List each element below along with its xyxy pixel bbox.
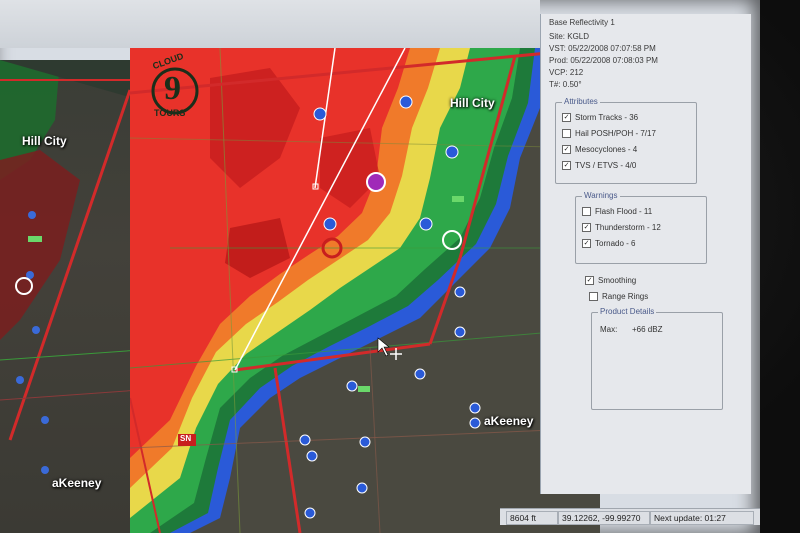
storm-cell-icon[interactable]: [469, 417, 481, 429]
checkbox[interactable]: ✓: [562, 145, 571, 154]
storm-cell-icon[interactable]: [356, 482, 368, 494]
crosshair-icon: [390, 348, 402, 360]
checkbox-label: Hail POSH/POH - 7/17: [575, 129, 656, 138]
tornado-vortex-icon[interactable]: [321, 237, 343, 259]
storm-cell-icon[interactable]: [313, 107, 327, 121]
prod-value: Prod: 05/22/2008 07:08:03 PM: [549, 56, 658, 65]
storm-cell-icon[interactable]: [32, 326, 40, 334]
storm-cell-icon[interactable]: [445, 145, 459, 159]
map-label-hill-city: Hill City: [22, 134, 67, 148]
storm-cell-icon[interactable]: [41, 466, 49, 474]
product-details-title: Product Details: [598, 307, 657, 316]
storm-cell-icon[interactable]: [399, 95, 413, 109]
max-value: +66 dBZ: [632, 325, 663, 334]
attributes-group-title: Attributes: [562, 97, 600, 106]
checkbox-label: Thunderstorm - 12: [595, 223, 661, 232]
attributes-group: Attributes ✓ Storm Tracks - 36 Hail POSH…: [555, 97, 697, 184]
checkbox[interactable]: [562, 129, 571, 138]
site-value: Site: KGLD: [549, 32, 590, 41]
checkbox-label: TVS / ETVS - 4/0: [575, 161, 637, 170]
storm-cell-icon[interactable]: [16, 376, 24, 384]
mouse-cursor-icon: [377, 337, 390, 357]
storm-cell-icon[interactable]: [28, 211, 36, 219]
status-range: 8604 ft: [506, 511, 558, 525]
sn-badge-label: SN: [180, 434, 192, 443]
storm-cell-icon[interactable]: [469, 402, 481, 414]
checkbox-label: Mesocyclones - 4: [575, 145, 638, 154]
secondary-radar-render: [0, 60, 140, 474]
secondary-radar-map[interactable]: Hill City aKeeney: [0, 60, 140, 533]
product-info-panel: Base Reflectivity 1 Site: KGLD VST: 05/2…: [540, 14, 751, 494]
checkbox[interactable]: [582, 207, 591, 216]
checkbox[interactable]: ✓: [585, 276, 594, 285]
warning-flash-flood[interactable]: Flash Flood - 11: [582, 207, 652, 216]
attribute-mesocyclones[interactable]: ✓ Mesocyclones - 4: [562, 145, 637, 154]
checkbox-label: Flash Flood - 11: [595, 207, 653, 216]
tvs-icon[interactable]: [358, 386, 370, 392]
checkbox-label: Storm Tracks - 36: [575, 113, 639, 122]
storm-cell-icon[interactable]: [359, 436, 371, 448]
storm-cell-icon[interactable]: [41, 416, 49, 424]
tvs-icon[interactable]: [452, 196, 464, 202]
map-label-wakeeney: aKeeney: [484, 414, 534, 428]
checkbox-label: Smoothing: [598, 276, 637, 285]
vcp-value: VCP: 212: [549, 68, 584, 77]
mesocyclone-icon[interactable]: [366, 172, 386, 192]
checkbox[interactable]: ✓: [562, 161, 571, 170]
warnings-group-title: Warnings: [582, 191, 620, 200]
product-title: Base Reflectivity 1: [549, 18, 615, 27]
storm-cell-icon[interactable]: [323, 217, 337, 231]
attribute-hail-posh[interactable]: Hail POSH/POH - 7/17: [562, 129, 656, 138]
map-label-wakeeney: aKeeney: [52, 476, 102, 490]
storm-cell-icon[interactable]: [419, 217, 433, 231]
storm-cell-icon[interactable]: [454, 326, 466, 338]
window-top-strip: [0, 0, 540, 48]
tvs-icon[interactable]: [28, 236, 42, 242]
radar-application-window: Hill City aKeeney SN Hill City aKeeney C…: [0, 0, 760, 533]
status-bar: 8604 ft 39.12262, -99.99270 Next update:…: [500, 508, 760, 525]
storm-cell-icon[interactable]: [299, 434, 311, 446]
warnings-group: Warnings Flash Flood - 11 ✓ Thunderstorm…: [575, 191, 707, 264]
storm-cell-icon[interactable]: [454, 286, 466, 298]
mesocyclone-icon[interactable]: [442, 230, 462, 250]
vst-value: VST: 05/22/2008 07:07:58 PM: [549, 44, 656, 53]
status-next-update: Next update: 01:27: [650, 511, 754, 525]
checkbox[interactable]: ✓: [582, 223, 591, 232]
main-radar-map[interactable]: SN Hill City aKeeney CLOUD 9 TOURS: [130, 48, 600, 533]
range-rings-option[interactable]: Range Rings: [589, 292, 648, 301]
checkbox[interactable]: ✓: [582, 239, 591, 248]
map-label-hill-city: Hill City: [450, 96, 495, 110]
checkbox-label: Range Rings: [602, 292, 649, 301]
storm-cell-icon[interactable]: [306, 450, 318, 462]
checkbox-label: Tornado - 6: [595, 239, 636, 248]
checkbox[interactable]: [589, 292, 598, 301]
product-details-group: Product Details Max: +66 dBZ: [591, 307, 723, 410]
storm-cell-icon[interactable]: [346, 380, 358, 392]
logo-text-bottom: TOURS: [154, 108, 186, 118]
storm-cell-icon[interactable]: [304, 507, 316, 519]
status-coordinates: 39.12262, -99.99270: [558, 511, 650, 525]
tilt-value: T#: 0.50°: [549, 80, 582, 89]
max-label: Max:: [600, 325, 618, 334]
warning-tornado[interactable]: ✓ Tornado - 6: [582, 239, 635, 248]
checkbox[interactable]: ✓: [562, 113, 571, 122]
attribute-tvs-etvs[interactable]: ✓ TVS / ETVS - 4/0: [562, 161, 636, 170]
cloud9-tours-logo: CLOUD 9 TOURS: [140, 51, 210, 126]
attribute-storm-tracks[interactable]: ✓ Storm Tracks - 36: [562, 113, 638, 122]
warning-thunderstorm[interactable]: ✓ Thunderstorm - 12: [582, 223, 661, 232]
storm-cell-icon[interactable]: [414, 368, 426, 380]
logo-number: 9: [164, 70, 181, 107]
smoothing-option[interactable]: ✓ Smoothing: [585, 276, 636, 285]
